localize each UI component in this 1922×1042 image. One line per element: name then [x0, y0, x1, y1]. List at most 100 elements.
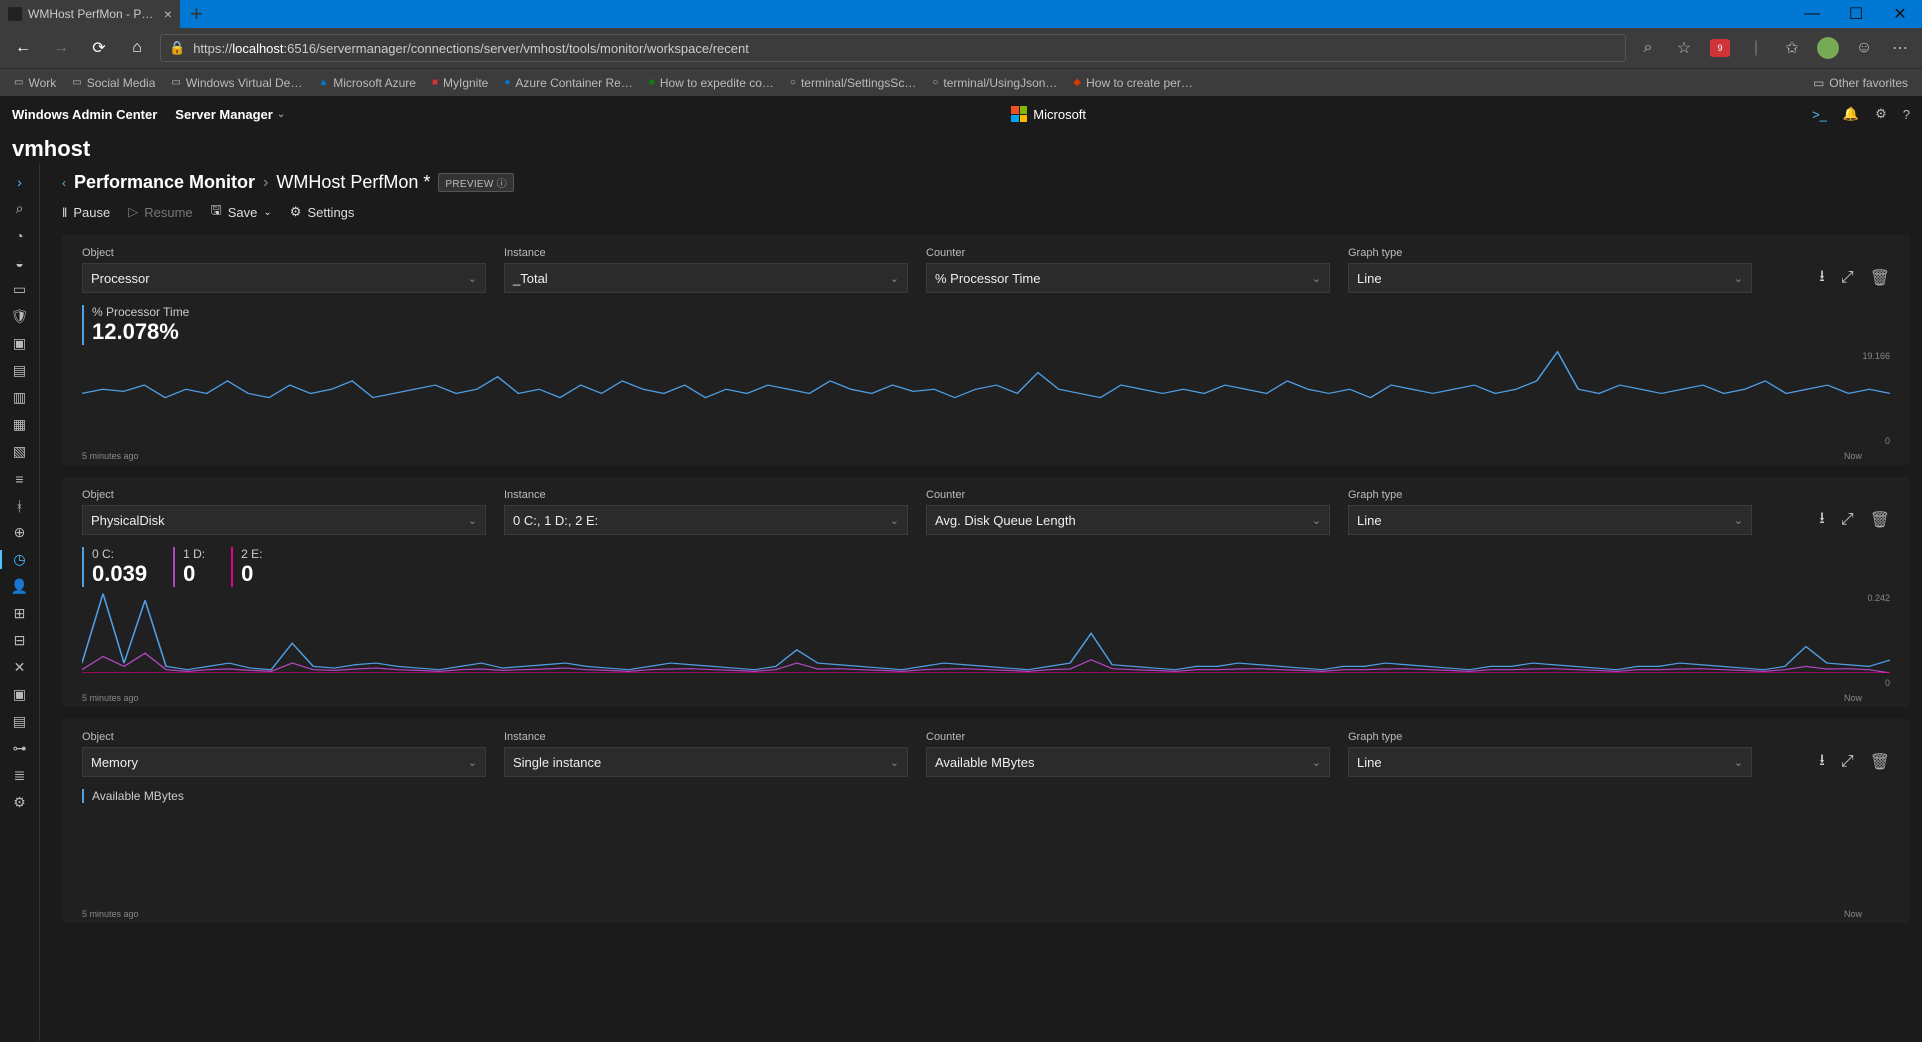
bookmark-icon: ▭ — [171, 77, 180, 88]
bookmark-item[interactable]: ■How to expedite co… — [643, 74, 780, 92]
chevron-down-icon: ⌄ — [1734, 514, 1743, 527]
bookmark-item[interactable]: ○terminal/SettingsSc… — [784, 74, 922, 92]
sidebar-item-settings[interactable]: ⚙ — [0, 789, 39, 816]
address-bar[interactable]: 🔒 https://localhost:6516/servermanager/c… — [160, 34, 1626, 62]
graphtype-select[interactable]: Line⌄ — [1348, 263, 1752, 293]
minimize-button[interactable]: — — [1790, 0, 1834, 28]
delete-icon[interactable]: 🗑 — [1870, 268, 1890, 288]
sidebar-item-powershell[interactable]: ▣ — [0, 681, 39, 708]
sidebar-item-dhcp[interactable]: ▥ — [0, 384, 39, 411]
feedback-icon[interactable]: ☺ — [1850, 34, 1878, 62]
bookmark-icon: ▭ — [72, 77, 81, 88]
bookmark-item[interactable]: ■MyIgnite — [426, 74, 494, 92]
help-icon[interactable]: ? — [1903, 107, 1910, 122]
save-button[interactable]: 🖫Save⌄ — [211, 201, 272, 223]
sidebar-item-events[interactable]: ▧ — [0, 438, 39, 465]
breadcrumb-root[interactable]: Performance Monitor — [74, 172, 255, 193]
microsoft-logo: Microsoft — [1011, 106, 1086, 122]
sidebar-item-users[interactable]: 👤 — [0, 573, 39, 600]
counter-select[interactable]: % Processor Time⌄ — [926, 263, 1330, 293]
settings-button[interactable]: ⚙Settings — [290, 204, 355, 220]
counter-select[interactable]: Avg. Disk Queue Length⌄ — [926, 505, 1330, 535]
back-button[interactable]: ← — [8, 33, 38, 63]
sidebar-item-perfmon[interactable]: ◷ — [0, 546, 39, 573]
pause-button[interactable]: ‖Pause — [62, 205, 110, 220]
forward-button[interactable]: → — [46, 33, 76, 63]
metric-block: 2 E:0 — [231, 547, 262, 587]
save-icon: 🖫 — [211, 201, 222, 223]
instance-select[interactable]: 0 C:, 1 D:, 2 E:⌄ — [504, 505, 908, 535]
bookmark-item[interactable]: ▭Work — [8, 74, 62, 92]
main-content[interactable]: ‹ Performance Monitor › WMHost PerfMon *… — [40, 164, 1922, 1041]
sidebar-item-process[interactable]: ✕ — [0, 654, 39, 681]
favorites-icon[interactable]: ✩ — [1778, 34, 1806, 62]
close-window-button[interactable]: ✕ — [1878, 0, 1922, 28]
breadcrumb-leaf: WMHost PerfMon * — [276, 172, 430, 193]
bookmark-icon: ■ — [649, 77, 655, 88]
chevron-down-icon: ⌄ — [468, 756, 477, 769]
expand-icon[interactable]: ⤢ — [1841, 753, 1854, 771]
sidebar-item-azure[interactable]: ◒ — [0, 249, 39, 276]
bookmark-item[interactable]: ▲Microsoft Azure — [312, 74, 422, 92]
sidebar-item-security[interactable]: 🛡 — [0, 303, 39, 330]
favorite-star-icon[interactable]: ☆ — [1670, 34, 1698, 62]
counter-select[interactable]: Available MBytes⌄ — [926, 747, 1330, 777]
cloud-shell-icon[interactable]: >_ — [1812, 107, 1827, 122]
instance-select[interactable]: _Total⌄ — [504, 263, 908, 293]
sidebar-item-remote[interactable]: ⊶ — [0, 735, 39, 762]
sidebar-item-firewall[interactable]: ᚼ — [0, 492, 39, 519]
sidebar-item-roles[interactable]: ≣ — [0, 762, 39, 789]
expand-icon[interactable]: ⤢ — [1841, 511, 1854, 529]
download-icon[interactable]: ⭳ — [1819, 265, 1825, 292]
sidebar-expand-icon[interactable]: › — [0, 168, 39, 195]
sidebar-item-registry[interactable]: ▤ — [0, 708, 39, 735]
maximize-button[interactable]: ☐ — [1834, 0, 1878, 28]
bookmark-item[interactable]: ▭Windows Virtual De… — [165, 74, 308, 92]
home-button[interactable]: ⌂ — [122, 33, 152, 63]
profile-avatar[interactable] — [1814, 34, 1842, 62]
favorites-list-icon[interactable]: | — [1742, 34, 1770, 62]
bookmark-item[interactable]: ◆How to create per… — [1067, 74, 1198, 92]
sidebar-item-packet[interactable]: ⊟ — [0, 627, 39, 654]
delete-icon[interactable]: 🗑 — [1870, 510, 1890, 530]
new-tab-button[interactable]: + — [180, 1, 213, 27]
download-icon[interactable]: ⭳ — [1819, 749, 1825, 776]
delete-icon[interactable]: 🗑 — [1870, 752, 1890, 772]
sidebar-item-books[interactable]: ▭ — [0, 276, 39, 303]
sidebar-item-devices[interactable]: ▤ — [0, 357, 39, 384]
extension-badge[interactable]: 9 — [1706, 34, 1734, 62]
instance-select[interactable]: Single instance⌄ — [504, 747, 908, 777]
object-select[interactable]: Processor⌄ — [82, 263, 486, 293]
refresh-button[interactable]: ⟳ — [84, 33, 114, 63]
bookmark-item[interactable]: ●Azure Container Re… — [498, 74, 638, 92]
tab-favicon — [8, 7, 22, 21]
other-favorites[interactable]: ▭ Other favorites — [1807, 74, 1914, 92]
notifications-icon[interactable]: 🔔 — [1843, 106, 1859, 122]
object-select[interactable]: PhysicalDisk⌄ — [82, 505, 486, 535]
breadcrumb-back-icon[interactable]: ‹ — [62, 176, 66, 190]
browser-tab[interactable]: WMHost PerfMon - Performanc… × — [0, 0, 180, 28]
server-manager-menu[interactable]: Server Manager ⌄ — [175, 107, 285, 122]
download-icon[interactable]: ⭳ — [1819, 507, 1825, 534]
search-icon[interactable]: ⌕ — [1634, 34, 1662, 62]
settings-gear-icon[interactable]: ⚙ — [1875, 106, 1887, 122]
more-menu-icon[interactable]: ⋯ — [1886, 34, 1914, 62]
sidebar-item-overview[interactable]: ◔ — [0, 222, 39, 249]
expand-icon[interactable]: ⤢ — [1841, 269, 1854, 287]
sidebar-item-containers[interactable]: ▣ — [0, 330, 39, 357]
bookmark-item[interactable]: ○terminal/UsingJson… — [926, 74, 1063, 92]
x-axis-start: 5 minutes ago — [82, 909, 139, 919]
sidebar-item-dns[interactable]: ▦ — [0, 411, 39, 438]
graphtype-select[interactable]: Line⌄ — [1348, 505, 1752, 535]
sidebar-item-apps[interactable]: ⊕ — [0, 519, 39, 546]
tab-close-icon[interactable]: × — [164, 6, 172, 22]
graphtype-label: Graph type — [1348, 247, 1752, 259]
bookmark-item[interactable]: ▭Social Media — [66, 74, 161, 92]
sidebar-item-list[interactable]: ≡ — [0, 465, 39, 492]
object-select[interactable]: Memory⌄ — [82, 747, 486, 777]
sidebar-search-icon[interactable]: ⌕ — [0, 195, 39, 222]
sidebar-item-network[interactable]: ⊞ — [0, 600, 39, 627]
resume-button[interactable]: ▷Resume — [128, 204, 192, 220]
graphtype-select[interactable]: Line⌄ — [1348, 747, 1752, 777]
wac-brand[interactable]: Windows Admin Center — [12, 107, 157, 122]
